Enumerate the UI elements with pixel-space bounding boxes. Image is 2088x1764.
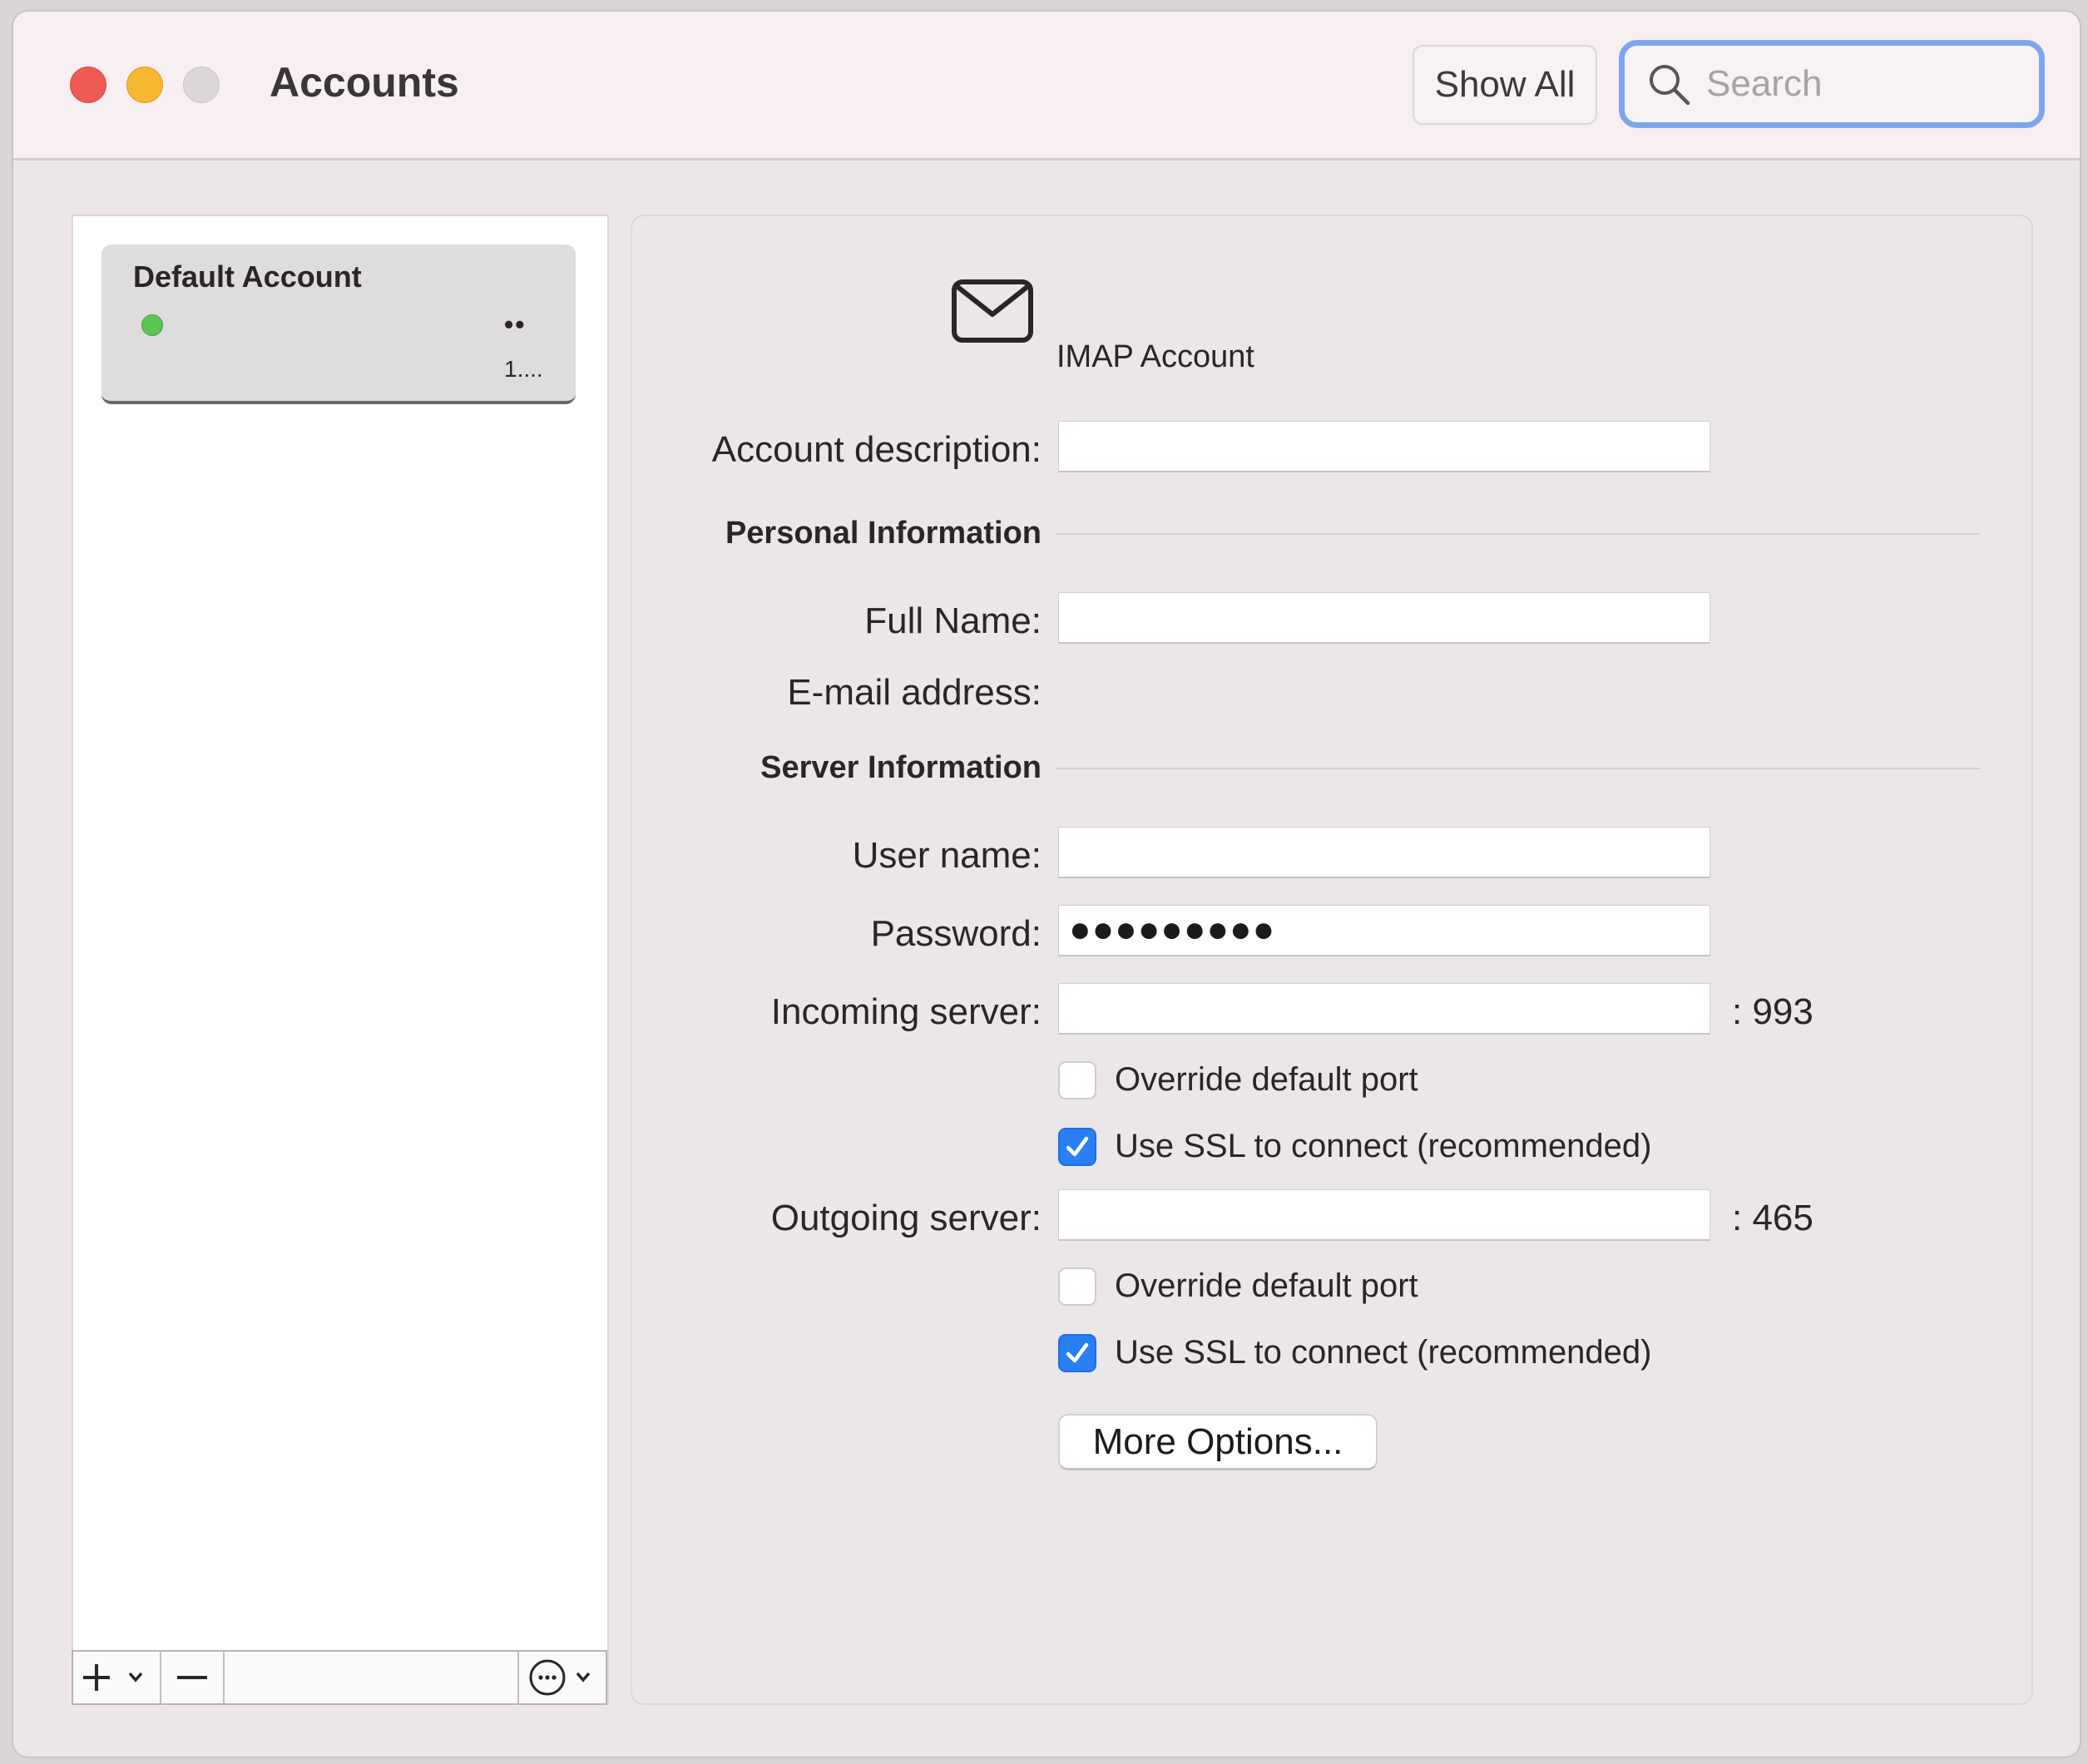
search-field[interactable] — [1619, 40, 2045, 128]
full-name-label: Full Name: — [864, 600, 1042, 641]
incoming-override-port-label: Override default port — [1115, 1061, 1418, 1098]
full-name-field[interactable] — [1058, 592, 1710, 644]
accounts-sidebar: Default Account •• 1.... — [72, 215, 609, 1705]
account-name: Default Account — [133, 259, 362, 294]
account-actions-button[interactable] — [519, 1652, 606, 1703]
plus-icon — [83, 1664, 143, 1691]
account-list-item[interactable]: Default Account •• 1.... — [101, 245, 576, 404]
personal-information-header: Personal Information — [725, 516, 1042, 551]
accounts-window: Accounts Show All Default Account •• 1..… — [13, 12, 2080, 1757]
account-type-label: IMAP Account — [1056, 339, 1254, 374]
outgoing-server-field[interactable] — [1058, 1189, 1710, 1241]
outgoing-ssl-checkbox[interactable] — [1058, 1334, 1096, 1372]
ellipsis-circle-icon — [529, 1659, 591, 1696]
minimize-window-button[interactable] — [126, 67, 163, 103]
account-description-field[interactable] — [1058, 421, 1710, 472]
incoming-port: : 993 — [1732, 991, 1813, 1032]
zoom-window-button[interactable] — [183, 67, 220, 103]
close-window-button[interactable] — [70, 67, 106, 103]
user-name-field[interactable] — [1058, 827, 1710, 878]
envelope-icon — [952, 279, 1033, 343]
email-address-label: E-mail address: — [787, 672, 1042, 713]
show-all-button[interactable]: Show All — [1413, 45, 1597, 125]
sidebar-toolbar — [72, 1650, 607, 1705]
outgoing-server-label: Outgoing server: — [770, 1198, 1042, 1238]
user-name-label: User name: — [852, 835, 1042, 876]
outgoing-ssl-label: Use SSL to connect (recommended) — [1115, 1334, 1652, 1371]
minus-icon — [177, 1676, 207, 1679]
incoming-server-field[interactable] — [1058, 983, 1710, 1035]
search-input[interactable] — [1705, 62, 2007, 106]
window-title: Accounts — [270, 59, 459, 106]
incoming-ssl-checkbox[interactable] — [1058, 1128, 1096, 1166]
toolbar-spacer — [225, 1652, 519, 1703]
checkmark-icon — [1066, 1342, 1089, 1363]
title-bar: Accounts Show All — [13, 12, 2080, 161]
account-detail-panel: IMAP Account Account description: Person… — [631, 215, 2033, 1705]
online-status-icon — [141, 314, 163, 336]
outgoing-port: : 465 — [1732, 1198, 1813, 1238]
account-detail-sub: 1.... — [504, 356, 543, 382]
account-description-label: Account description: — [711, 429, 1042, 470]
server-information-header: Server Information — [760, 750, 1042, 785]
personal-divider — [1056, 533, 1980, 535]
add-account-button[interactable] — [73, 1652, 161, 1703]
more-options-button[interactable]: More Options... — [1058, 1414, 1378, 1470]
outgoing-override-port-checkbox[interactable] — [1058, 1267, 1096, 1306]
outgoing-override-port-label: Override default port — [1115, 1267, 1418, 1304]
search-icon — [1650, 65, 1690, 106]
remove-account-button[interactable] — [161, 1652, 225, 1703]
incoming-ssl-label: Use SSL to connect (recommended) — [1115, 1128, 1652, 1164]
incoming-override-port-checkbox[interactable] — [1058, 1061, 1096, 1099]
incoming-server-label: Incoming server: — [770, 991, 1042, 1032]
server-divider — [1056, 768, 1980, 769]
password-field[interactable]: ●●●●●●●●● — [1058, 905, 1710, 956]
checkmark-icon — [1066, 1136, 1089, 1157]
account-detail: •• — [504, 309, 527, 339]
password-label: Password: — [870, 913, 1042, 954]
